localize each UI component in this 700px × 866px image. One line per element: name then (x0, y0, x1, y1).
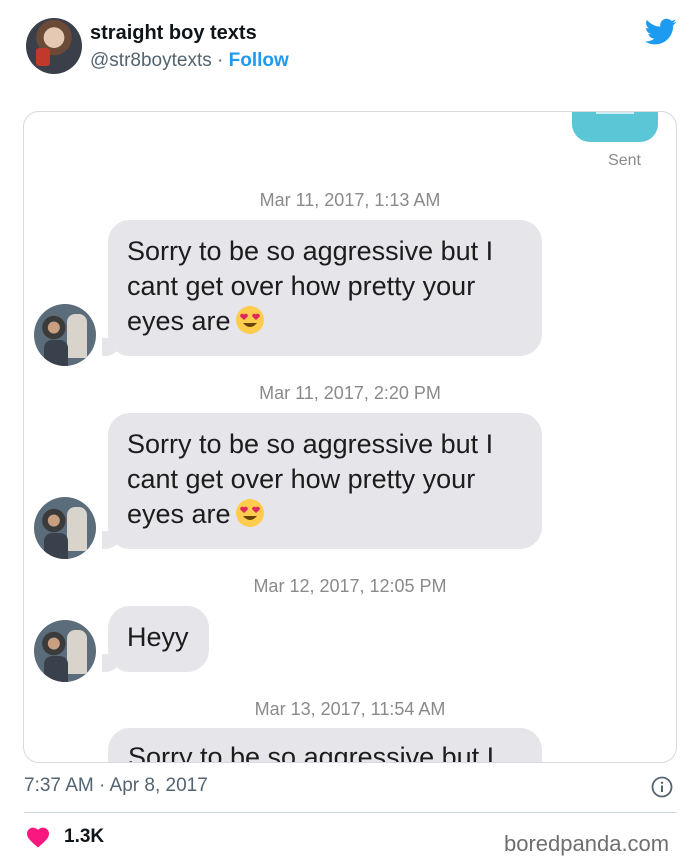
message-timestamp: Mar 12, 2017, 12:05 PM (253, 576, 447, 596)
follow-button[interactable]: Follow (229, 50, 289, 71)
contact-avatar (34, 304, 96, 366)
contact-avatar (34, 620, 96, 682)
author-handle[interactable]: @str8boytexts (90, 50, 212, 71)
info-icon[interactable] (651, 776, 673, 798)
author-display-name[interactable]: straight boy texts (90, 22, 257, 45)
screenshot-image[interactable]: Sent Mar 11, 2017, 1:13 AM Sorry to be s… (23, 111, 677, 763)
watermark: boredpanda.com (504, 831, 670, 856)
sent-message-bubble (572, 112, 658, 142)
heart-icon[interactable] (26, 826, 50, 848)
message-timestamp: Mar 11, 2017, 1:13 AM (259, 190, 441, 210)
received-message-bubble: Sorry to be so aggressive but I cant get… (102, 413, 542, 549)
message-text: Sorry to be so aggressive but I (128, 742, 495, 763)
message-text: Sorry to be so aggressive but I cant get… (127, 236, 494, 336)
message-timestamp: Mar 11, 2017, 2:20 PM (259, 383, 441, 403)
heart-eyes-emoji (235, 306, 264, 334)
like-count[interactable]: 1.3K (64, 826, 104, 848)
contact-avatar (34, 497, 96, 559)
message-timestamp: Mar 13, 2017, 11:54 AM (254, 699, 446, 719)
tweet-card: straight boy texts @str8boytexts · Follo… (0, 0, 700, 866)
received-message-bubble: Heyy (102, 606, 209, 672)
handle-separator: · (211, 50, 229, 71)
message-text: Heyy (127, 622, 189, 652)
message-text: Sorry to be so aggressive but I cant get… (127, 429, 494, 529)
twitter-bird-icon[interactable] (645, 18, 677, 46)
received-message-bubble: Sorry to be so aggressive but I (108, 728, 542, 763)
sent-status-label: Sent (608, 152, 641, 169)
sent-message-text-fragment (596, 112, 634, 114)
divider (24, 812, 677, 813)
author-avatar[interactable] (26, 18, 82, 74)
tweet-timestamp[interactable]: 7:37 AM · Apr 8, 2017 (24, 775, 208, 797)
heart-eyes-emoji (235, 499, 264, 527)
received-message-bubble: Sorry to be so aggressive but I cant get… (102, 220, 542, 356)
author-handle-row: @str8boytexts · Follow (90, 50, 289, 72)
